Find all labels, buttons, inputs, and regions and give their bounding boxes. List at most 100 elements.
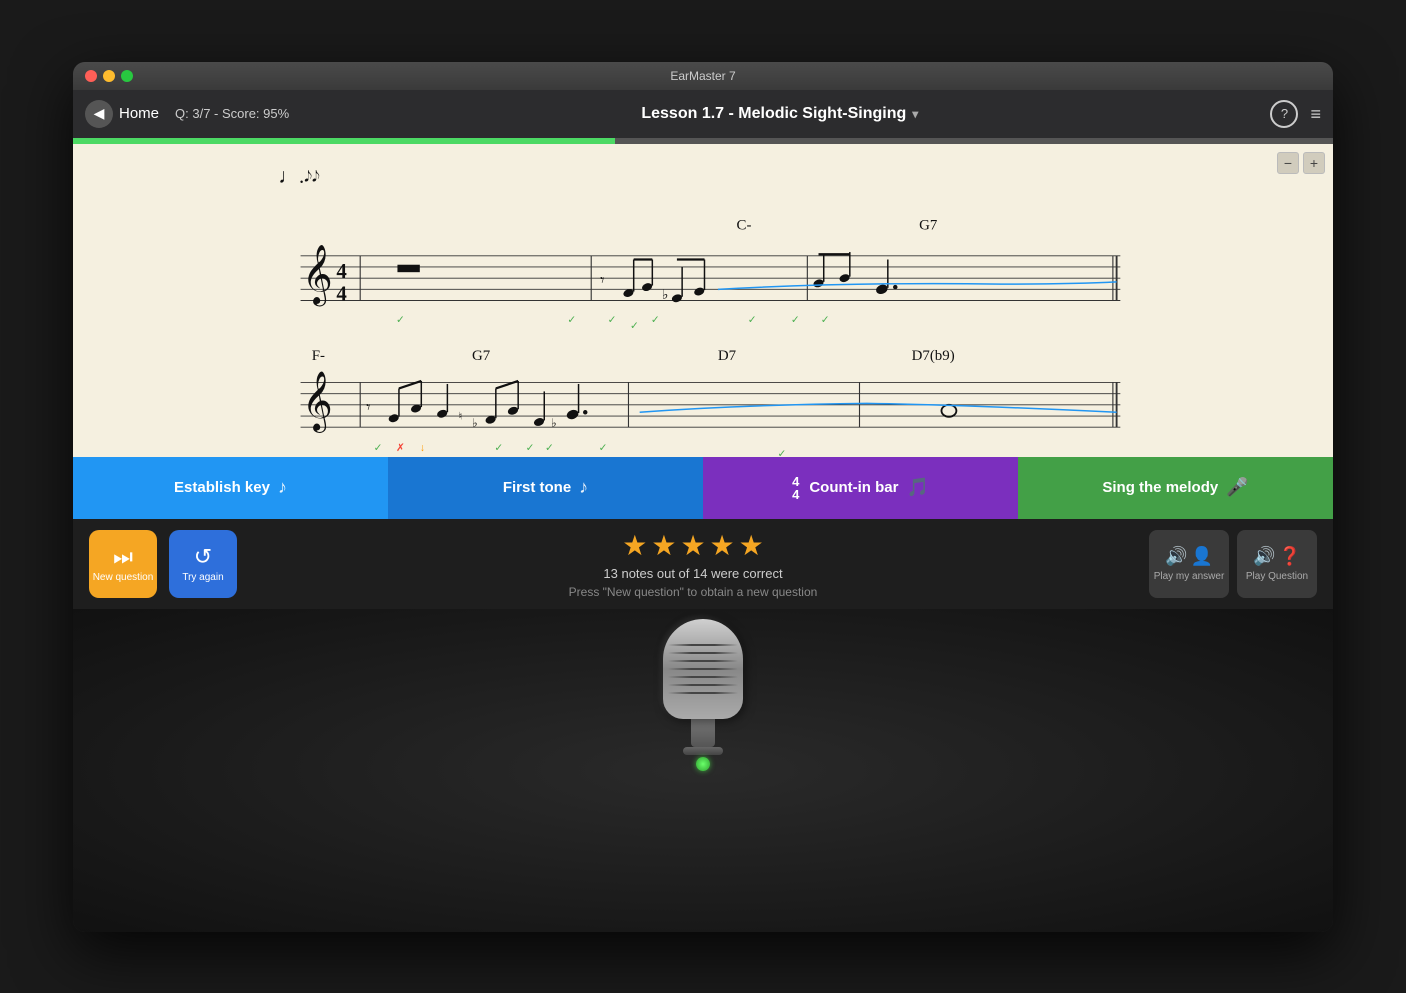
star-4: ★ bbox=[710, 529, 735, 562]
treble-clef-icon-1: ♪ bbox=[278, 477, 287, 498]
svg-text:𝅘𝅥𝅮𝅘𝅥𝅮: 𝅘𝅥𝅮𝅘𝅥𝅮 bbox=[304, 169, 320, 185]
help-button[interactable]: ? bbox=[1270, 100, 1298, 128]
star-1: ★ bbox=[622, 529, 647, 562]
svg-text:✗: ✗ bbox=[396, 443, 405, 454]
svg-text:♭: ♭ bbox=[551, 416, 557, 430]
svg-text:✓: ✓ bbox=[748, 314, 757, 325]
mic-active-indicator bbox=[696, 757, 710, 771]
play-my-answer-label: Play my answer bbox=[1154, 571, 1225, 582]
mic-grille-1 bbox=[668, 644, 738, 646]
window-title: EarMaster 7 bbox=[670, 69, 735, 83]
svg-text:✓: ✓ bbox=[494, 443, 503, 454]
result-subtext: Press "New question" to obtain a new que… bbox=[569, 585, 818, 599]
svg-text:✓: ✓ bbox=[567, 314, 576, 325]
treble-clef-icon-2: ♪ bbox=[579, 477, 588, 498]
back-label: Home bbox=[119, 105, 159, 122]
zoom-in-button[interactable]: + bbox=[1303, 152, 1325, 174]
score-label: Q: 3/7 - Score: 95% bbox=[175, 106, 289, 121]
play-buttons: 🔊 👤 Play my answer 🔊 ❓ Play Question bbox=[1149, 530, 1317, 598]
svg-text:♭: ♭ bbox=[472, 416, 478, 430]
chord-f-label: F- bbox=[312, 348, 325, 364]
question-mark-icon: ❓ bbox=[1279, 546, 1301, 567]
chord-d7-label: D7 bbox=[718, 348, 737, 364]
svg-text:✓: ✓ bbox=[630, 320, 639, 331]
svg-text:✓: ✓ bbox=[545, 443, 554, 454]
lesson-title: Lesson 1.7 - Melodic Sight-Singing ▾ bbox=[305, 105, 1254, 123]
svg-text:✓: ✓ bbox=[821, 314, 830, 325]
count-in-button[interactable]: 4 4 Count-in bar 🎵 bbox=[703, 457, 1018, 519]
svg-text:✓: ✓ bbox=[526, 443, 535, 454]
establish-key-button[interactable]: Establish key ♪ bbox=[73, 457, 388, 519]
minimize-button[interactable] bbox=[103, 70, 115, 82]
sing-label: Sing the melody bbox=[1102, 479, 1218, 496]
menu-button[interactable]: ≡ bbox=[1310, 105, 1321, 123]
svg-text:✓: ✓ bbox=[608, 314, 617, 325]
lesson-dropdown-arrow[interactable]: ▾ bbox=[912, 107, 918, 121]
back-icon: ◀ bbox=[85, 100, 113, 128]
svg-text:✓: ✓ bbox=[374, 443, 383, 454]
play-my-answer-button[interactable]: 🔊 👤 Play my answer bbox=[1149, 530, 1229, 598]
chord-c-label: C- bbox=[737, 217, 752, 233]
try-again-label: Try again bbox=[182, 572, 223, 583]
star-5: ★ bbox=[739, 529, 764, 562]
speaker-person-icon: 🔊 👤 bbox=[1165, 546, 1213, 567]
person-icon: 👤 bbox=[1191, 546, 1213, 567]
skip-icon: ⏭ bbox=[113, 544, 133, 570]
mic-body bbox=[691, 719, 715, 747]
chord-g7-label: G7 bbox=[919, 217, 938, 233]
svg-text:♮: ♮ bbox=[459, 411, 463, 422]
topbar-right: ? ≡ bbox=[1270, 100, 1321, 128]
mic-icon: 🎤 bbox=[1226, 477, 1248, 498]
svg-text:4: 4 bbox=[336, 281, 347, 305]
mic-grille-6 bbox=[668, 684, 738, 686]
svg-text:✓: ✓ bbox=[651, 314, 660, 325]
svg-text:♩.: ♩. bbox=[278, 163, 304, 187]
svg-text:𝄞: 𝄞 bbox=[302, 244, 333, 306]
result-text: 13 notes out of 14 were correct bbox=[603, 566, 782, 581]
zoom-out-button[interactable]: − bbox=[1277, 152, 1299, 174]
stars-row: ★ ★ ★ ★ ★ bbox=[622, 529, 764, 562]
svg-text:𝄞: 𝄞 bbox=[302, 371, 333, 433]
svg-text:✓: ✓ bbox=[791, 314, 800, 325]
svg-text:4: 4 bbox=[336, 259, 347, 283]
fullscreen-button[interactable] bbox=[121, 70, 133, 82]
count-in-label: Count-in bar bbox=[809, 479, 898, 496]
svg-text:✓: ✓ bbox=[599, 443, 608, 454]
mic-head bbox=[663, 619, 743, 719]
play-question-label: Play Question bbox=[1246, 571, 1308, 582]
zoom-controls: − + bbox=[1277, 152, 1325, 174]
sing-button[interactable]: Sing the melody 🎤 bbox=[1018, 457, 1333, 519]
svg-text:♭: ♭ bbox=[662, 287, 668, 302]
app-window: EarMaster 7 ◀ Home Q: 3/7 - Score: 95% L… bbox=[73, 62, 1333, 932]
chord-d7b9-label: D7(b9) bbox=[912, 348, 955, 364]
play-question-button[interactable]: 🔊 ❓ Play Question bbox=[1237, 530, 1317, 598]
result-row: ⏭ New question ↺ Try again ★ ★ ★ ★ ★ 13 … bbox=[73, 519, 1333, 609]
speaker-icon: 🔊 bbox=[1165, 546, 1187, 567]
microphone bbox=[643, 619, 763, 779]
star-3: ★ bbox=[680, 529, 705, 562]
time-signature: 4 4 bbox=[792, 475, 799, 501]
titlebar: EarMaster 7 bbox=[73, 62, 1333, 90]
mic-base bbox=[683, 747, 723, 755]
establish-key-label: Establish key bbox=[174, 479, 270, 496]
sheet-area: − + ♩. 𝅘𝅥𝅮𝅘𝅥𝅮 𝄞 4 4 bbox=[73, 144, 1333, 457]
mic-grille-7 bbox=[668, 692, 738, 694]
first-tone-label: First tone bbox=[503, 479, 571, 496]
chord-g7-2-label: G7 bbox=[472, 348, 491, 364]
mic-area bbox=[73, 609, 1333, 932]
svg-text:𝄾: 𝄾 bbox=[366, 397, 370, 416]
retry-icon: ↺ bbox=[194, 544, 212, 570]
action-row: Establish key ♪ First tone ♪ 4 4 Count-i… bbox=[73, 457, 1333, 519]
mic-grille-5 bbox=[668, 676, 738, 678]
mic-grille-3 bbox=[668, 660, 738, 662]
mic-grille-4 bbox=[668, 668, 738, 670]
mic-grille-2 bbox=[668, 652, 738, 654]
svg-text:𝄾: 𝄾 bbox=[600, 270, 604, 289]
new-question-button[interactable]: ⏭ New question bbox=[89, 530, 157, 598]
try-again-button[interactable]: ↺ Try again bbox=[169, 530, 237, 598]
close-button[interactable] bbox=[85, 70, 97, 82]
svg-text:↓: ↓ bbox=[420, 443, 425, 454]
speaker-question-icon: 🔊 ❓ bbox=[1253, 546, 1301, 567]
first-tone-button[interactable]: First tone ♪ bbox=[388, 457, 703, 519]
back-button[interactable]: ◀ Home bbox=[85, 100, 159, 128]
